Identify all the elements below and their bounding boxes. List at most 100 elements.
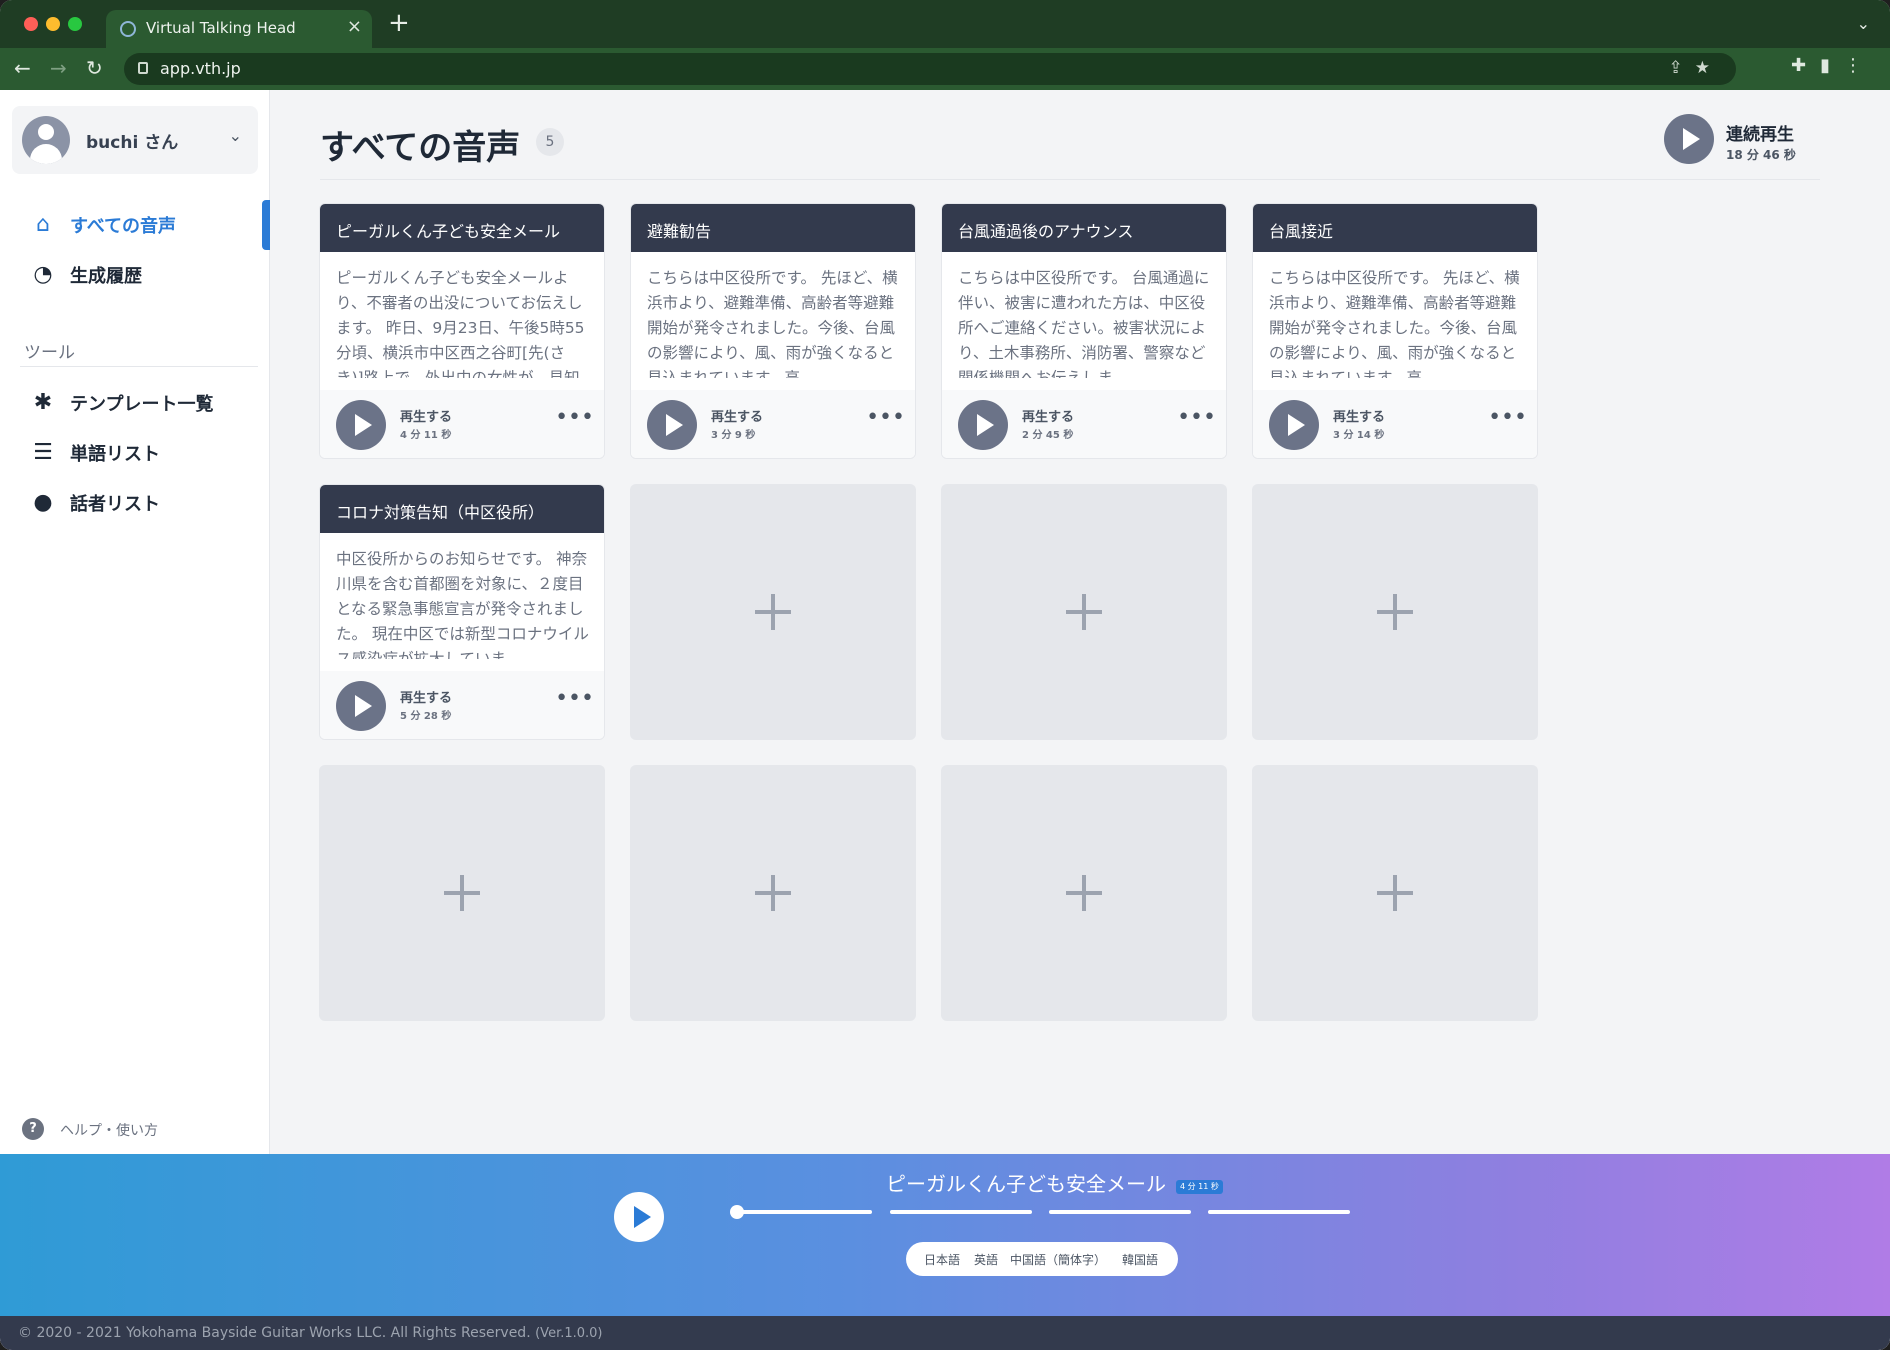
address-bar[interactable]: app.vth.jp ⇪★ — [124, 53, 1736, 85]
more-icon[interactable]: ••• — [1177, 407, 1216, 429]
lock-icon — [138, 62, 148, 74]
more-icon[interactable]: ••• — [1488, 407, 1527, 429]
user-menu[interactable]: buchi さん ⌄ — [12, 106, 258, 174]
maximize-window-button[interactable] — [68, 17, 82, 31]
add-voice-slot[interactable] — [1252, 765, 1538, 1021]
sidebar-item-word-list[interactable]: ☰ 単語リスト — [0, 428, 270, 478]
avatar — [22, 116, 70, 164]
favicon-icon — [120, 21, 136, 37]
progress-segment[interactable] — [1208, 1210, 1350, 1214]
more-icon[interactable]: ••• — [555, 688, 594, 710]
version: (Ver.1.0.0) — [535, 1326, 603, 1341]
voice-card[interactable]: コロナ対策告知（中区役所） 中区役所からのお知らせです。 神奈川県を含む首都圏を… — [319, 484, 605, 740]
duration: 3 分 9 秒 — [711, 430, 756, 441]
card-footer: 再生する 5 分 28 秒 ••• — [320, 671, 604, 739]
browser-tab[interactable]: Virtual Talking Head × — [106, 10, 372, 48]
language-selector: 日本語 英語 中国語（簡体字） 韓国語 — [906, 1242, 1178, 1276]
close-window-button[interactable] — [24, 17, 38, 31]
page-title: すべての音声 — [320, 128, 521, 168]
sidebar-item-label: 話者リスト — [70, 494, 160, 515]
minimize-window-button[interactable] — [46, 17, 60, 31]
progress-segment[interactable] — [734, 1210, 872, 1214]
add-voice-slot[interactable] — [941, 765, 1227, 1021]
plus-icon — [1082, 875, 1086, 911]
play-button[interactable] — [336, 681, 386, 731]
sidebar-item-speaker-list[interactable]: ● 話者リスト — [0, 478, 270, 528]
voice-card[interactable]: 台風通過後のアナウンス こちらは中区役所です。 台風通過に伴い、被害に遭われた方… — [941, 203, 1227, 459]
header-divider — [320, 179, 1820, 180]
sidebar-item-templates[interactable]: ✱ テンプレート一覧 — [0, 378, 270, 428]
play-label: 再生する — [1333, 410, 1386, 425]
count-badge: 5 — [536, 128, 564, 156]
reload-icon[interactable]: ↻ — [86, 56, 103, 80]
continuous-play-label: 連続再生 — [1726, 125, 1794, 145]
url-text: app.vth.jp — [160, 59, 241, 78]
close-tab-icon[interactable]: × — [347, 16, 362, 37]
plus-icon — [460, 875, 464, 911]
play-icon — [355, 695, 372, 717]
card-footer: 再生する 3 分 14 秒 ••• — [1253, 390, 1537, 458]
sidebar-item-label: 単語リスト — [70, 444, 160, 465]
new-tab-icon[interactable]: + — [388, 10, 410, 36]
lang-option-en[interactable]: 英語 — [974, 1251, 998, 1268]
card-title: 台風接近 — [1269, 222, 1334, 241]
card-title: 台風通過後のアナウンス — [958, 222, 1134, 241]
card-text: 中区役所からのお知らせです。 神奈川県を含む首都圏を対象に、２度目となる緊急事態… — [336, 550, 589, 659]
back-arrow-icon[interactable]: ← — [14, 56, 31, 80]
list-icon: ☰ — [33, 440, 53, 465]
play-icon — [666, 414, 683, 436]
sidebar-item-label: 生成履歴 — [70, 266, 142, 287]
chevron-down-icon[interactable]: ⌄ — [1857, 14, 1870, 33]
forward-arrow-icon[interactable]: → — [50, 56, 67, 80]
chevron-down-icon: ⌄ — [228, 126, 242, 145]
continuous-play-button[interactable] — [1664, 114, 1714, 164]
more-icon[interactable]: ••• — [866, 407, 905, 429]
lang-option-zh[interactable]: 中国語（簡体字） — [1010, 1251, 1106, 1268]
play-button[interactable] — [647, 400, 697, 450]
play-button[interactable] — [1269, 400, 1319, 450]
tools-section-label: ツール — [24, 343, 75, 363]
browser-tabbar: Virtual Talking Head × + ⌄ — [0, 0, 1890, 48]
voice-card[interactable]: 台風接近 こちらは中区役所です。 先ほど、横浜市より、避難準備、高齢者等避難開始… — [1252, 203, 1538, 459]
plus-icon — [771, 875, 775, 911]
footer-text: © 2020 - 2021 Yokohama Bayside Guitar Wo… — [18, 1325, 603, 1341]
card-header: コロナ対策告知（中区役所） — [320, 485, 604, 533]
voice-card[interactable]: 避難勧告 こちらは中区役所です。 先ほど、横浜市より、避難準備、高齢者等避難開始… — [630, 203, 916, 459]
player-title: ピーガルくん子ども安全メール — [886, 1172, 1166, 1196]
sidebar-item-all-voices[interactable]: ⌂ すべての音声 — [0, 200, 270, 250]
play-label: 再生する — [711, 410, 764, 425]
add-voice-slot[interactable] — [630, 484, 916, 740]
more-icon[interactable]: ••• — [555, 407, 594, 429]
card-header: 台風通過後のアナウンス — [942, 204, 1226, 252]
share-and-bookmark-icons[interactable]: ⇪★ — [1669, 58, 1722, 78]
card-footer: 再生する 3 分 9 秒 ••• — [631, 390, 915, 458]
lang-option-ja[interactable]: 日本語 — [924, 1251, 960, 1268]
lang-option-ko[interactable]: 韓国語 — [1122, 1251, 1158, 1268]
progress-knob[interactable] — [730, 1205, 744, 1219]
plus-icon — [1393, 875, 1397, 911]
add-voice-slot[interactable] — [630, 765, 916, 1021]
card-text: こちらは中区役所です。 先ほど、横浜市より、避難準備、高齢者等避難開始が発令され… — [647, 269, 898, 378]
progress-segment[interactable] — [1049, 1210, 1191, 1214]
plus-icon — [1393, 594, 1397, 630]
extensions-menu-icons[interactable]: ✚▮⋮ — [1791, 55, 1876, 76]
play-button[interactable] — [958, 400, 1008, 450]
play-label: 再生する — [400, 410, 453, 425]
add-voice-slot[interactable] — [319, 765, 605, 1021]
card-header: 台風接近 — [1253, 204, 1537, 252]
player-duration-badge: 4 分 11 秒 — [1176, 1180, 1223, 1194]
sidebar-item-label: すべての音声 — [70, 216, 177, 237]
sidebar-item-history[interactable]: ◔ 生成履歴 — [0, 250, 270, 300]
home-icon: ⌂ — [36, 212, 50, 237]
player-play-button[interactable] — [614, 1192, 664, 1242]
play-button[interactable] — [336, 400, 386, 450]
add-voice-slot[interactable] — [941, 484, 1227, 740]
audio-player: ピーガルくん子ども安全メール 4 分 11 秒 日本語 英語 中国語（簡体字） … — [0, 1154, 1890, 1316]
play-icon — [1288, 414, 1305, 436]
play-icon — [1683, 128, 1700, 150]
help-icon: ? — [22, 1118, 44, 1140]
voice-card[interactable]: ピーガルくん子ども安全メール ピーガルくん子ども安全メールより、不審者の出没につ… — [319, 203, 605, 459]
add-voice-slot[interactable] — [1252, 484, 1538, 740]
tab-title: Virtual Talking Head — [146, 19, 296, 37]
progress-segment[interactable] — [890, 1210, 1032, 1214]
